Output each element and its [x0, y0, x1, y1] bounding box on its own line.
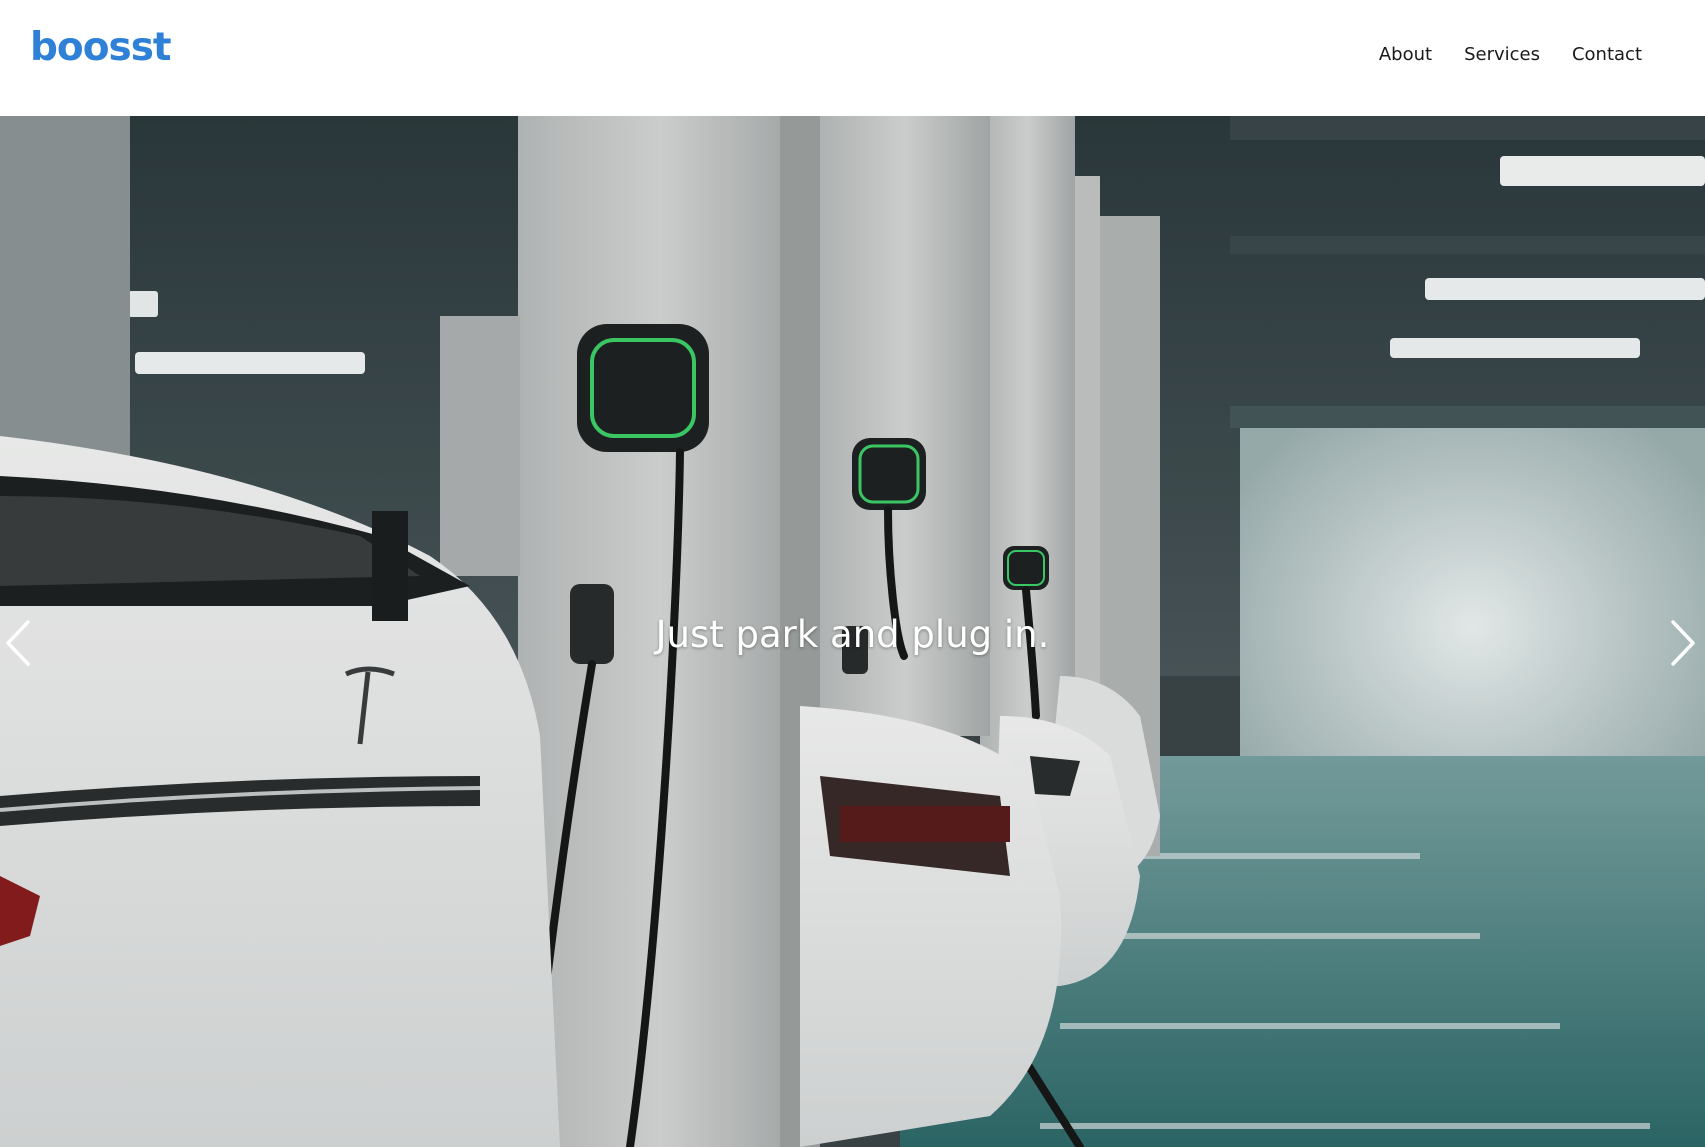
hero-caption: Just park and plug in.: [655, 613, 1050, 656]
chevron-left-icon: [6, 620, 30, 666]
nav-link-about[interactable]: About: [1379, 40, 1432, 70]
site-header: boosst About Services Contact: [0, 0, 1705, 116]
hero-slideshow: Just park and plug in.: [0, 116, 1705, 1147]
site-logo[interactable]: boosst: [30, 22, 172, 74]
nav-link-contact[interactable]: Contact: [1572, 40, 1642, 70]
main-nav: About Services Contact: [1379, 40, 1642, 70]
nav-link-services[interactable]: Services: [1464, 40, 1540, 70]
chevron-right-icon: [1671, 620, 1695, 666]
slideshow-next-button[interactable]: [1661, 611, 1705, 675]
slideshow-prev-button[interactable]: [0, 611, 44, 675]
